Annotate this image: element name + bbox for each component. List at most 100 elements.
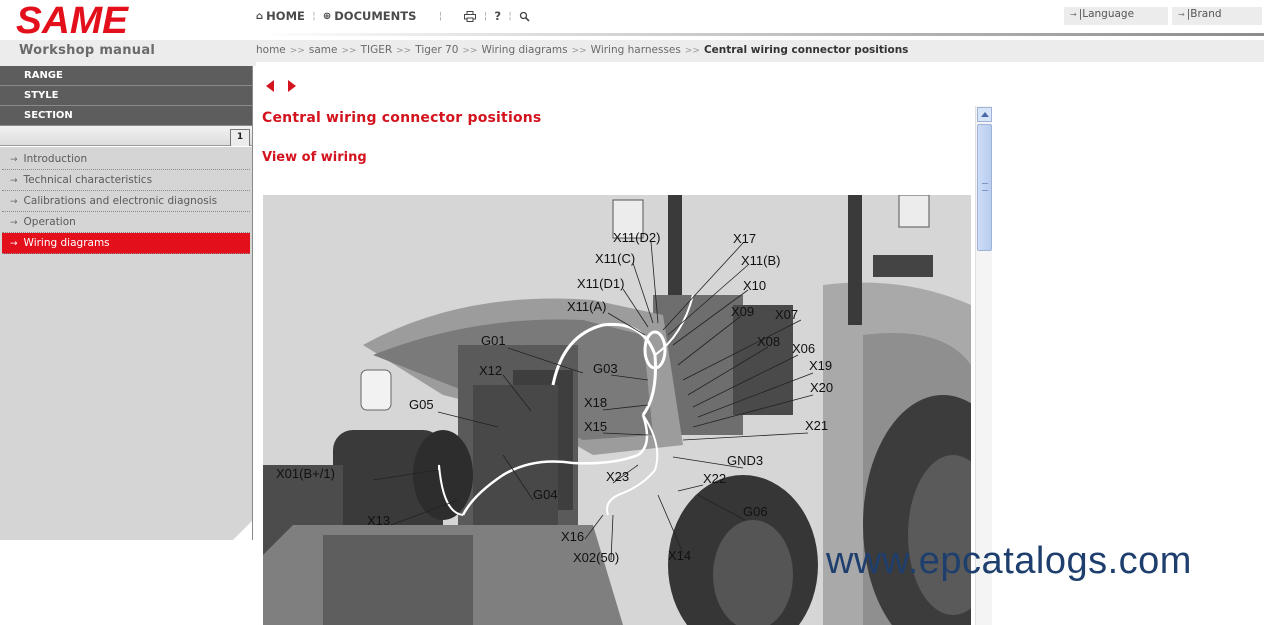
figure-label: X02(50) — [573, 550, 619, 565]
breadcrumb-separator: >> — [462, 46, 478, 56]
documents-link[interactable]: ⊕ DOCUMENTS — [319, 6, 421, 26]
print-button[interactable] — [460, 6, 480, 26]
nav-item-label: Introduction — [23, 153, 88, 165]
figure-label: G05 — [409, 397, 434, 412]
figure-label: X21 — [805, 418, 828, 433]
arrow-right-icon: → — [1178, 10, 1185, 19]
document-subtitle: View of wiring — [262, 150, 367, 165]
nav-item-operation[interactable]: → Operation — [2, 212, 250, 233]
manual-title-bar: Workshop manual — [0, 40, 256, 66]
arrow-right-icon: → — [10, 176, 18, 186]
nav-item-introduction[interactable]: → Introduction — [2, 149, 250, 170]
scroll-thumb[interactable] — [977, 124, 992, 251]
breadcrumb-separator: >> — [571, 46, 587, 56]
top-menu-bar: ⌂ HOME ¦ ⊕ DOCUMENTS ¦ ¦ ? ¦ → |Language → |… — [256, 0, 1264, 40]
page-navigation — [264, 78, 304, 94]
breadcrumb-separator: >> — [341, 46, 357, 56]
section-tab-1[interactable]: 1 — [230, 129, 250, 146]
figure-label: X09 — [731, 304, 754, 319]
search-button[interactable] — [515, 6, 534, 26]
top-menu: ⌂ HOME ¦ ⊕ DOCUMENTS ¦ ¦ ? ¦ — [256, 6, 534, 26]
breadcrumb-tiger-70[interactable]: Tiger 70 — [415, 44, 458, 56]
nav-item-label: Operation — [23, 216, 76, 228]
breadcrumb-same[interactable]: same — [309, 44, 338, 56]
previous-page-arrow-icon[interactable] — [266, 80, 274, 92]
figure-label: X17 — [733, 231, 756, 246]
figure-label: X10 — [743, 278, 766, 293]
breadcrumb-wiring-diagrams[interactable]: Wiring diagrams — [481, 44, 567, 56]
nav-divider — [252, 66, 253, 540]
section-tab-strip — [0, 126, 252, 146]
menu-separator: ¦ — [508, 10, 512, 22]
brand-select[interactable]: → |Brand — [1172, 7, 1262, 25]
language-select[interactable]: → |Language — [1064, 7, 1168, 25]
breadcrumb-separator: >> — [684, 46, 700, 56]
nav-header-section[interactable]: SECTION — [0, 106, 252, 126]
home-link[interactable]: ⌂ HOME — [256, 6, 309, 26]
figure-label: X22 — [703, 471, 726, 486]
figure-label: X13 — [367, 513, 390, 528]
figure-label: X11(A) — [567, 299, 607, 314]
scroll-up-arrow-icon[interactable] — [977, 107, 992, 122]
figure-label: X11(D1) — [577, 276, 624, 291]
figure-label: X18 — [584, 395, 607, 410]
home-label: HOME — [266, 9, 305, 23]
nav-item-label: Technical characteristics — [23, 174, 153, 186]
nav-item-technical-characteristics[interactable]: → Technical characteristics — [2, 170, 250, 191]
nav-item-wiring-diagrams[interactable]: → Wiring diagrams — [2, 233, 250, 254]
breadcrumb: home >> same >> TIGER >> Tiger 70 >> Wiring diag… — [256, 40, 1264, 62]
manual-title: Workshop manual — [19, 43, 156, 58]
next-page-arrow-icon[interactable] — [288, 80, 296, 92]
breadcrumb-separator: >> — [396, 46, 412, 56]
search-icon — [519, 11, 530, 22]
breadcrumb-current: Central wiring connector positions — [703, 44, 909, 56]
figure-label: G01 — [481, 333, 506, 348]
figure-label: GND3 — [727, 453, 763, 468]
menu-separator: ¦ — [483, 10, 488, 22]
figure-label: G06 — [743, 504, 768, 519]
nav-header-style[interactable]: STYLE — [0, 86, 252, 106]
arrow-right-icon: → — [10, 218, 18, 228]
brand-area: SAME — [0, 0, 256, 40]
same-logo[interactable]: SAME — [16, 2, 130, 38]
figure-label: X06 — [792, 341, 815, 356]
logo-text: SAME — [16, 2, 130, 38]
figure-label: X16 — [561, 529, 584, 544]
documents-icon: ⊕ — [322, 10, 332, 22]
breadcrumb-tiger[interactable]: TIGER — [361, 44, 393, 56]
section-list: → Introduction → Technical characteristics… — [0, 147, 252, 540]
nav-corner-cut — [232, 521, 252, 541]
menu-separator: ¦ — [438, 10, 443, 22]
figure-label: X23 — [606, 469, 629, 484]
figure-label: X11(B) — [741, 253, 781, 268]
arrow-right-icon: → — [10, 155, 18, 165]
figure-label: G04 — [533, 487, 558, 502]
figure-label: X12 — [479, 363, 502, 378]
figure-label: G03 — [593, 361, 618, 376]
language-label: |Language — [1078, 8, 1135, 20]
figure-label: X11(D2) — [613, 230, 660, 245]
breadcrumb-home[interactable]: home — [256, 44, 286, 56]
nav-header-range[interactable]: RANGE — [0, 66, 252, 86]
watermark-text: www.epcatalogs.com — [826, 540, 1192, 582]
brand-label: |Brand — [1186, 8, 1222, 20]
nav-item-label: Wiring diagrams — [23, 237, 110, 249]
figure-label: X15 — [584, 419, 607, 434]
figure-label: X19 — [809, 358, 832, 373]
figure-label: X08 — [757, 334, 780, 349]
document-title: Central wiring connector positions — [262, 110, 542, 126]
arrow-right-icon: → — [10, 239, 18, 249]
help-button[interactable]: ? — [490, 6, 505, 26]
left-navigation: RANGE STYLE SECTION 1 → Introduction → Tec… — [0, 66, 256, 542]
figure-label: X20 — [810, 380, 833, 395]
breadcrumb-separator: >> — [289, 46, 305, 56]
menu-separator: ¦ — [312, 10, 316, 22]
figure-label: X01(B+/1) — [276, 466, 335, 481]
print-icon — [464, 10, 477, 22]
documents-label: DOCUMENTS — [334, 9, 417, 23]
home-icon: ⌂ — [256, 10, 264, 22]
breadcrumb-wiring-harnesses[interactable]: Wiring harnesses — [591, 44, 681, 56]
nav-item-calibrations[interactable]: → Calibrations and electronic diagnosis — [2, 191, 250, 212]
nav-item-label: Calibrations and electronic diagnosis — [23, 195, 218, 207]
arrow-right-icon: → — [10, 197, 18, 207]
